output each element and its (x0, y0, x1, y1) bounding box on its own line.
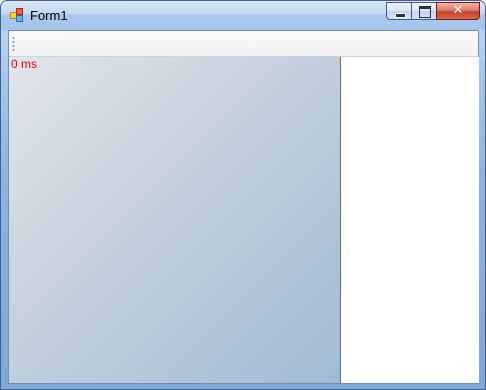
maximize-button[interactable] (411, 2, 437, 20)
toolstrip-grip-icon[interactable] (12, 36, 15, 51)
app-icon[interactable] (10, 8, 24, 22)
render-canvas[interactable]: 0 ms (9, 57, 340, 383)
window-title: Form1 (30, 8, 68, 23)
side-panel[interactable] (340, 57, 479, 383)
title-bar[interactable]: Form1 ✕ (1, 1, 485, 30)
toolstrip (9, 31, 478, 57)
close-icon: ✕ (452, 3, 464, 18)
minimize-icon (395, 13, 406, 18)
minimize-button[interactable] (386, 2, 412, 20)
timing-label: 0 ms (11, 57, 38, 71)
app-window: Form1 ✕ 0 ms (0, 0, 486, 390)
client-area: 0 ms (8, 30, 479, 384)
close-button[interactable]: ✕ (436, 2, 480, 20)
caption-buttons: ✕ (386, 2, 480, 20)
maximize-icon (419, 6, 431, 18)
